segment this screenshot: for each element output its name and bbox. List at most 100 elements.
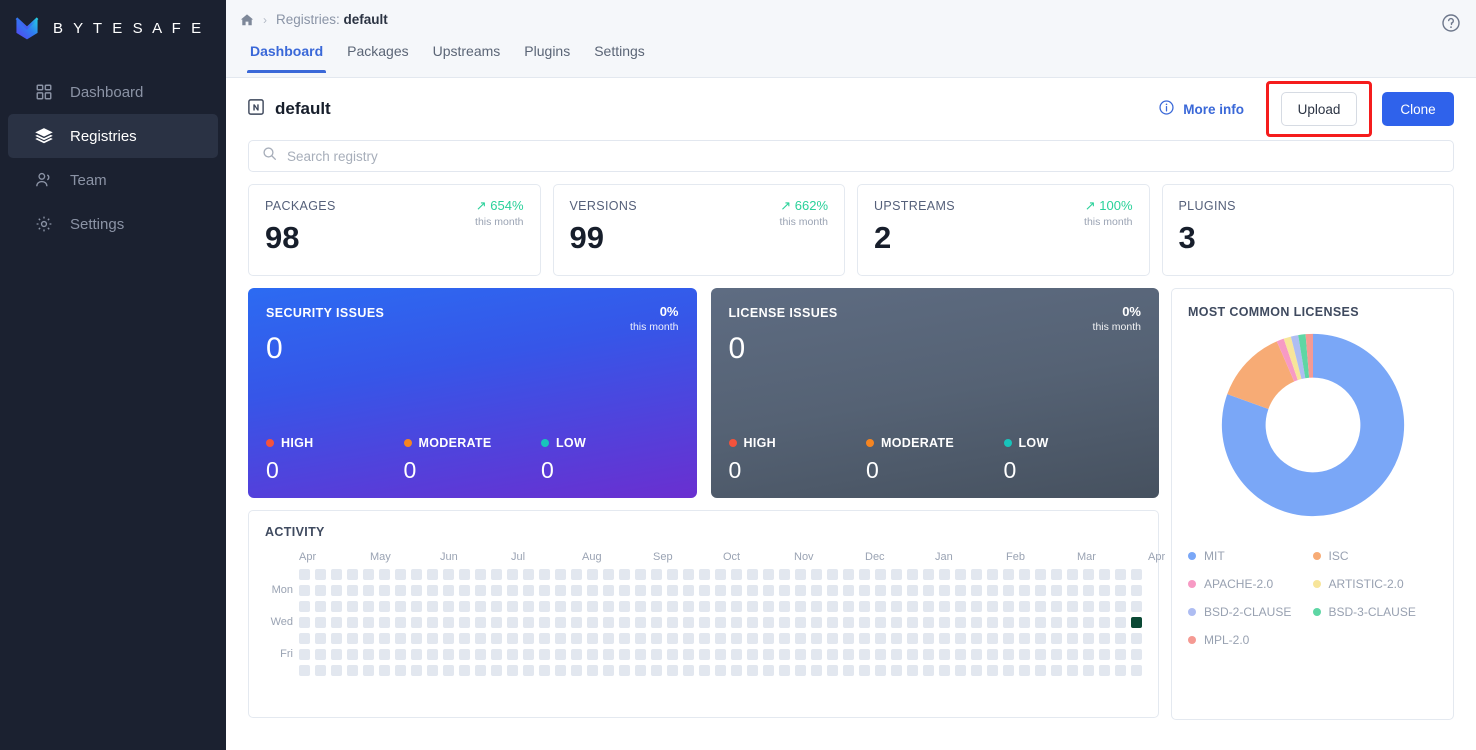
heatmap-cell[interactable] [507, 585, 518, 596]
heatmap-cell[interactable] [683, 633, 694, 644]
heatmap-cell[interactable] [395, 585, 406, 596]
heatmap-cell[interactable] [1083, 649, 1094, 660]
heatmap-cell[interactable] [923, 633, 934, 644]
heatmap-cell[interactable] [699, 649, 710, 660]
heatmap-cell[interactable] [907, 569, 918, 580]
heatmap-cell[interactable] [923, 617, 934, 628]
heatmap-cell[interactable] [779, 649, 790, 660]
heatmap-cell[interactable] [1019, 585, 1030, 596]
heatmap-cell[interactable] [619, 617, 630, 628]
tab-packages[interactable]: Packages [335, 37, 420, 73]
heatmap-cell[interactable] [315, 569, 326, 580]
heatmap-cell[interactable] [1131, 617, 1142, 628]
heatmap-cell[interactable] [763, 633, 774, 644]
heatmap-cell[interactable] [523, 633, 534, 644]
heatmap-cell[interactable] [363, 665, 374, 676]
heatmap-cell[interactable] [827, 633, 838, 644]
search-bar[interactable] [248, 140, 1454, 172]
heatmap-cell[interactable] [379, 601, 390, 612]
heatmap-cell[interactable] [459, 617, 470, 628]
stat-card-plugins[interactable]: PLUGINS 3 [1161, 184, 1454, 276]
heatmap-cell[interactable] [955, 601, 966, 612]
heatmap-cell[interactable] [955, 633, 966, 644]
heatmap-cell[interactable] [347, 665, 358, 676]
heatmap-cell[interactable] [683, 649, 694, 660]
heatmap-cell[interactable] [763, 585, 774, 596]
heatmap-cell[interactable] [379, 665, 390, 676]
heatmap-cell[interactable] [971, 585, 982, 596]
heatmap-cell[interactable] [827, 569, 838, 580]
heatmap-cell[interactable] [1003, 601, 1014, 612]
heatmap-cell[interactable] [555, 601, 566, 612]
heatmap-cell[interactable] [843, 649, 854, 660]
sidebar-item-dashboard[interactable]: Dashboard [8, 70, 218, 114]
heatmap-cell[interactable] [811, 633, 822, 644]
heatmap-cell[interactable] [779, 585, 790, 596]
heatmap-cell[interactable] [315, 585, 326, 596]
heatmap-cell[interactable] [891, 649, 902, 660]
heatmap-cell[interactable] [1131, 601, 1142, 612]
heatmap-cell[interactable] [491, 569, 502, 580]
heatmap-cell[interactable] [907, 601, 918, 612]
heatmap-cell[interactable] [459, 633, 470, 644]
heatmap-cell[interactable] [475, 665, 486, 676]
heatmap-cell[interactable] [667, 665, 678, 676]
heatmap-cell[interactable] [875, 601, 886, 612]
heatmap-cell[interactable] [1115, 569, 1126, 580]
heatmap-cell[interactable] [363, 617, 374, 628]
heatmap-cell[interactable] [331, 569, 342, 580]
heatmap-cell[interactable] [395, 665, 406, 676]
heatmap-cell[interactable] [987, 649, 998, 660]
heatmap-cell[interactable] [747, 617, 758, 628]
heatmap-cell[interactable] [571, 617, 582, 628]
heatmap-cell[interactable] [811, 649, 822, 660]
heatmap-cell[interactable] [1035, 665, 1046, 676]
stat-card-upstreams[interactable]: UPSTREAMS 2 ↗ 100% this month [857, 184, 1150, 276]
heatmap-cell[interactable] [491, 617, 502, 628]
heatmap-cell[interactable] [811, 585, 822, 596]
heatmap-cell[interactable] [1083, 569, 1094, 580]
heatmap-cell[interactable] [795, 633, 806, 644]
heatmap-cell[interactable] [299, 601, 310, 612]
brand[interactable]: B Y T E S A F E [0, 6, 226, 50]
heatmap-cell[interactable] [843, 569, 854, 580]
heatmap-cell[interactable] [1115, 585, 1126, 596]
heatmap-cell[interactable] [587, 617, 598, 628]
heatmap-cell[interactable] [619, 601, 630, 612]
heatmap-cell[interactable] [1035, 633, 1046, 644]
heatmap-cell[interactable] [1051, 633, 1062, 644]
heatmap-cell[interactable] [1019, 633, 1030, 644]
stat-card-versions[interactable]: VERSIONS 99 ↗ 662% this month [552, 184, 845, 276]
heatmap-cell[interactable] [411, 569, 422, 580]
heatmap-cell[interactable] [395, 569, 406, 580]
heatmap-cell[interactable] [459, 585, 470, 596]
heatmap-cell[interactable] [715, 585, 726, 596]
heatmap-cell[interactable] [971, 569, 982, 580]
heatmap-cell[interactable] [507, 649, 518, 660]
heatmap-cell[interactable] [939, 569, 950, 580]
heatmap-cell[interactable] [715, 649, 726, 660]
heatmap-cell[interactable] [875, 665, 886, 676]
heatmap-cell[interactable] [539, 585, 550, 596]
heatmap-cell[interactable] [587, 585, 598, 596]
heatmap-cell[interactable] [331, 633, 342, 644]
heatmap-cell[interactable] [603, 617, 614, 628]
heatmap-cell[interactable] [955, 617, 966, 628]
heatmap-cell[interactable] [347, 569, 358, 580]
heatmap-cell[interactable] [539, 633, 550, 644]
heatmap-cell[interactable] [619, 633, 630, 644]
heatmap-cell[interactable] [347, 585, 358, 596]
heatmap-cell[interactable] [923, 665, 934, 676]
heatmap-cell[interactable] [843, 585, 854, 596]
heatmap-cell[interactable] [747, 633, 758, 644]
heatmap-cell[interactable] [363, 633, 374, 644]
heatmap-cell[interactable] [1035, 649, 1046, 660]
heatmap-cell[interactable] [443, 649, 454, 660]
heatmap-cell[interactable] [411, 649, 422, 660]
heatmap-cell[interactable] [1067, 617, 1078, 628]
heatmap-cell[interactable] [907, 665, 918, 676]
heatmap-cell[interactable] [891, 601, 902, 612]
heatmap-cell[interactable] [331, 617, 342, 628]
heatmap-cell[interactable] [955, 569, 966, 580]
heatmap-cell[interactable] [1083, 585, 1094, 596]
